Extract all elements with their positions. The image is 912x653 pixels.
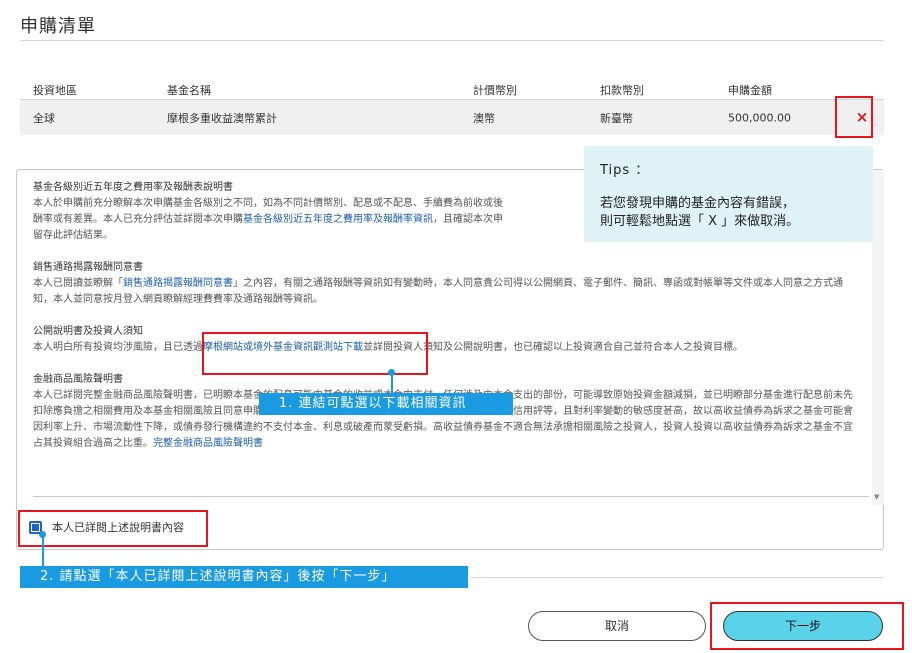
subscription-table: 投資地區 基金名稱 計價幣別 扣款幣別 申購金額 全球 摩根多重收益澳幣累計 澳…	[20, 80, 884, 135]
section-title: 金融商品風險聲明書	[33, 374, 123, 385]
header-debit-currency: 扣款幣別	[600, 84, 644, 97]
callout-1-dot	[388, 369, 395, 376]
fee-report-link[interactable]: 基金各級別近五年度之費用率及報酬率資訊	[243, 214, 433, 225]
callout-2-connector	[42, 535, 44, 566]
cell-amount: 500,000.00	[728, 111, 791, 124]
callout-2-dot	[39, 531, 46, 538]
cell-fund: 摩根多重收益澳幣累計	[167, 111, 277, 125]
section-text: 本人明白所有投資均涉風險，且已透過摩根網站或境外基金資訊觀測站下載並詳閱投資人須…	[33, 342, 743, 353]
tips-box: Tips ： 若您發現申購的基金內容有錯誤， 則可輕鬆地點選「 X 」來做取消。	[584, 146, 873, 242]
header-fund: 基金名稱	[167, 84, 211, 97]
next-highlight-box	[710, 602, 904, 650]
table-row: 全球 摩根多重收益澳幣累計 澳幣 新臺幣 500,000.00 ×	[20, 100, 884, 135]
cell-currency: 澳幣	[473, 111, 495, 125]
risk-statement-link[interactable]: 完整金融商品風險聲明書	[153, 438, 263, 449]
link-highlight-box	[202, 332, 428, 375]
cell-debit-currency: 新臺幣	[600, 111, 633, 125]
scroll-down-icon[interactable]: ▼	[874, 493, 879, 501]
channel-disclosure-link[interactable]: 銷售通路揭露報酬同意書	[123, 278, 233, 289]
channel-disclosure-section: 銷售通路揭露報酬同意書 本人已閱讀並瞭解「銷售通路揭露報酬同意書」之內容，有關之…	[33, 260, 861, 308]
header-currency: 計價幣別	[473, 84, 517, 97]
title-divider	[20, 40, 884, 41]
table-header: 投資地區 基金名稱 計價幣別 扣款幣別 申購金額	[20, 80, 884, 100]
callout-check-and-next: 2. 請點選「本人已詳閱上述說明書內容」後按「下一步」	[20, 566, 468, 588]
delete-highlight-box	[835, 96, 873, 138]
cancel-button[interactable]: 取消	[528, 611, 706, 641]
tips-line-2: 則可輕鬆地點選「 X 」來做取消。	[600, 214, 800, 229]
page-title: 申購清單	[20, 16, 96, 37]
header-region: 投資地區	[33, 84, 77, 97]
disclosure-divider	[33, 496, 869, 497]
tips-line-1: 若您發現申購的基金內容有錯誤，	[600, 196, 796, 211]
tips-title: Tips ：	[600, 163, 650, 178]
checkbox-highlight-box	[18, 510, 208, 547]
disclosure-scrollbar[interactable]	[872, 170, 884, 505]
footer-divider	[470, 577, 884, 578]
section-title: 公開說明書及投資人須知	[33, 326, 143, 337]
prospectus-section: 公開說明書及投資人須知 本人明白所有投資均涉風險，且已透過摩根網站或境外基金資訊…	[33, 324, 861, 356]
section-title: 銷售通路揭露報酬同意書	[33, 262, 143, 273]
section-text: 本人已閱讀並瞭解「銷售通路揭露報酬同意書」之內容，有關之通路報酬等資訊如有變動時…	[33, 278, 843, 305]
callout-1-connector	[391, 373, 393, 393]
cell-region: 全球	[33, 111, 55, 125]
header-amount: 申購金額	[728, 84, 772, 97]
callout-download-info: 1. 連結可點選以下載相關資訊	[259, 393, 513, 415]
